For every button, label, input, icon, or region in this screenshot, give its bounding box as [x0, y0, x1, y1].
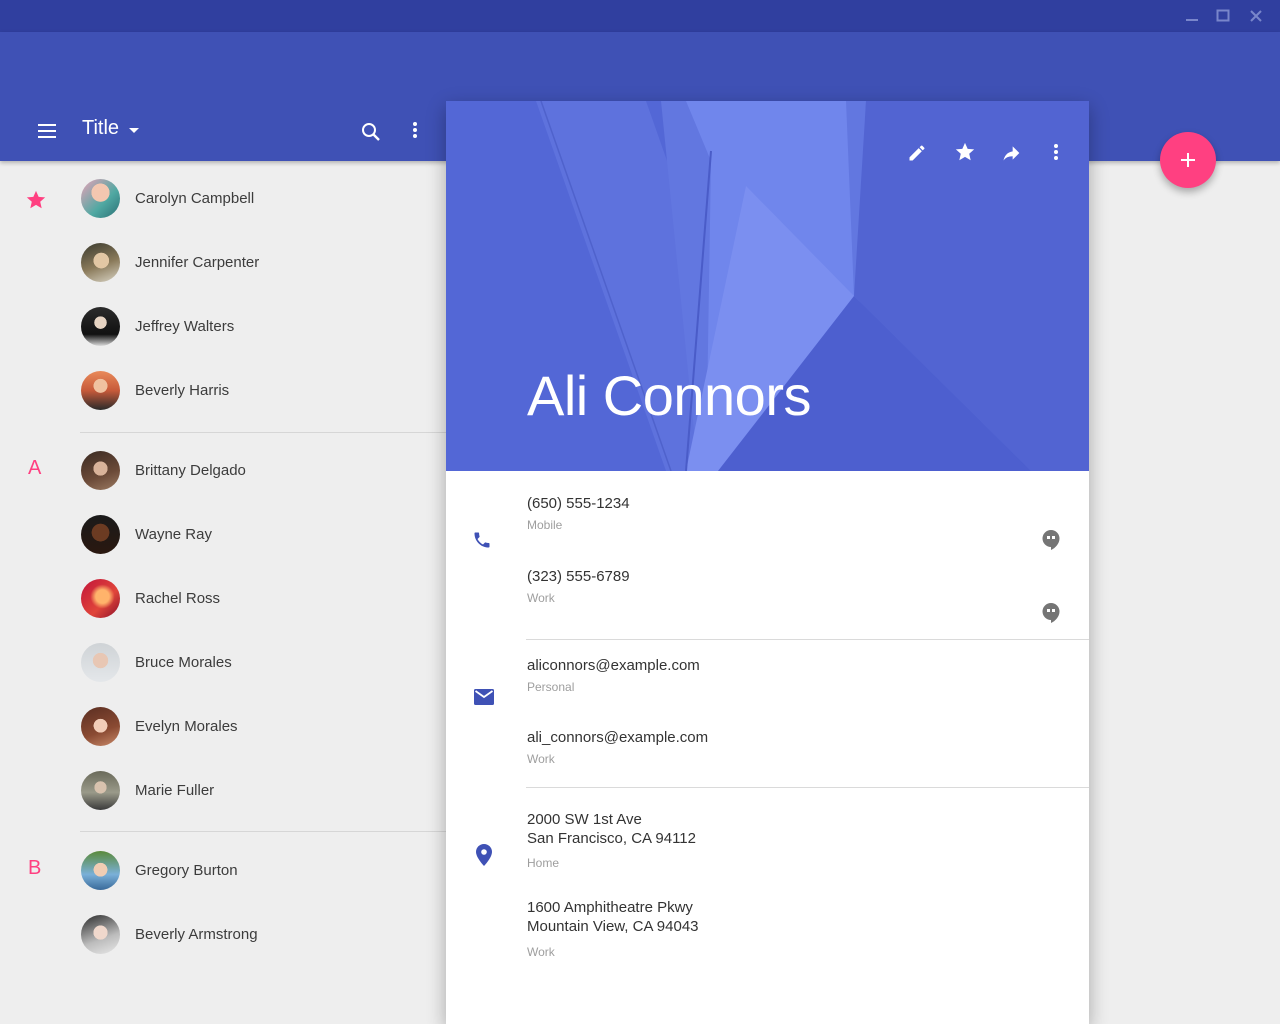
section-divider [526, 639, 1089, 640]
avatar [81, 371, 120, 410]
avatar [81, 915, 120, 954]
maximize-icon[interactable] [1208, 0, 1238, 32]
section-divider [526, 787, 1089, 788]
contact-header: Ali Connors [446, 101, 1089, 471]
close-icon[interactable] [1241, 0, 1271, 32]
contact-row[interactable]: Carolyn Campbell [0, 167, 446, 231]
contact-row[interactable]: Brittany Delgado [0, 439, 446, 503]
email-address[interactable]: ali_connors@example.com [527, 729, 708, 746]
avatar [81, 515, 120, 554]
contact-name: Gregory Burton [135, 862, 238, 879]
contact-row[interactable]: Beverly Armstrong [0, 903, 446, 967]
edit-icon[interactable] [903, 139, 931, 167]
address-line[interactable]: 1600 Amphitheatre Pkwy [527, 898, 693, 917]
location-pin-icon [472, 843, 496, 867]
contact-row[interactable]: Marie Fuller [0, 759, 446, 823]
contact-name: Carolyn Campbell [135, 190, 255, 207]
contact-row[interactable]: Beverly Harris [0, 359, 446, 423]
more-vert-icon[interactable] [1043, 138, 1069, 166]
search-icon[interactable] [357, 118, 385, 146]
page-title: Title [82, 117, 120, 139]
avatar [81, 243, 120, 282]
avatar [81, 579, 120, 618]
hangouts-icon[interactable] [1039, 528, 1063, 552]
share-icon[interactable] [997, 139, 1025, 167]
avatar [81, 307, 120, 346]
avatar [81, 851, 120, 890]
email-icon [472, 685, 496, 709]
contact-name: Evelyn Morales [135, 718, 238, 735]
phone-type: Mobile [527, 518, 563, 532]
contact-name-heading: Ali Connors [527, 364, 811, 427]
contact-name: Wayne Ray [135, 526, 212, 543]
avatar [81, 451, 120, 490]
address-type: Home [527, 856, 560, 870]
contact-row[interactable]: Evelyn Morales [0, 695, 446, 759]
contact-name: Beverly Armstrong [135, 926, 258, 943]
phone-number[interactable]: (323) 555-6789 [527, 568, 630, 585]
email-type: Work [527, 752, 555, 766]
more-vert-icon[interactable] [402, 116, 428, 144]
contact-row[interactable]: Wayne Ray [0, 503, 446, 567]
arrow-drop-down-icon [129, 128, 140, 133]
menu-icon[interactable] [32, 116, 62, 146]
contact-list: Carolyn Campbell Jennifer Carpenter Jeff… [0, 161, 446, 1024]
add-icon [1181, 153, 1195, 167]
window-title-bar [0, 0, 1280, 32]
contact-name: Bruce Morales [135, 654, 232, 671]
section-divider [80, 432, 446, 433]
phone-type: Work [527, 591, 555, 605]
contact-row[interactable]: Gregory Burton [0, 839, 446, 903]
contact-row[interactable]: Jennifer Carpenter [0, 231, 446, 295]
contact-name: Rachel Ross [135, 590, 221, 607]
avatar [81, 179, 120, 218]
address-line[interactable]: 2000 SW 1st Ave [527, 810, 642, 829]
avatar [81, 643, 120, 682]
contact-name: Brittany Delgado [135, 462, 246, 479]
minimize-icon[interactable] [1177, 0, 1207, 32]
avatar [81, 707, 120, 746]
address-type: Work [527, 945, 555, 959]
hangouts-icon[interactable] [1039, 601, 1063, 625]
address-line[interactable]: Mountain View, CA 94043 [527, 917, 699, 936]
title-dropdown[interactable]: Title [82, 117, 140, 140]
phone-icon [472, 528, 492, 552]
contact-row[interactable]: Rachel Ross [0, 567, 446, 631]
section-divider [80, 831, 446, 832]
address-line[interactable]: San Francisco, CA 94112 [527, 829, 696, 848]
contact-row[interactable]: Bruce Morales [0, 631, 446, 695]
avatar [81, 771, 120, 810]
contact-name: Jeffrey Walters [135, 318, 235, 335]
email-address[interactable]: aliconnors@example.com [527, 657, 700, 674]
star-icon[interactable] [951, 138, 979, 166]
contact-name: Beverly Harris [135, 382, 230, 399]
contact-detail-card: Ali Connors (650) 555-1234 Mobile (323) … [446, 101, 1089, 1024]
contact-row[interactable]: Jeffrey Walters [0, 295, 446, 359]
email-type: Personal [527, 680, 575, 694]
contact-name: Marie Fuller [135, 782, 215, 799]
contact-name: Jennifer Carpenter [135, 254, 260, 271]
phone-number[interactable]: (650) 555-1234 [527, 495, 630, 512]
add-contact-button[interactable] [1160, 132, 1216, 188]
